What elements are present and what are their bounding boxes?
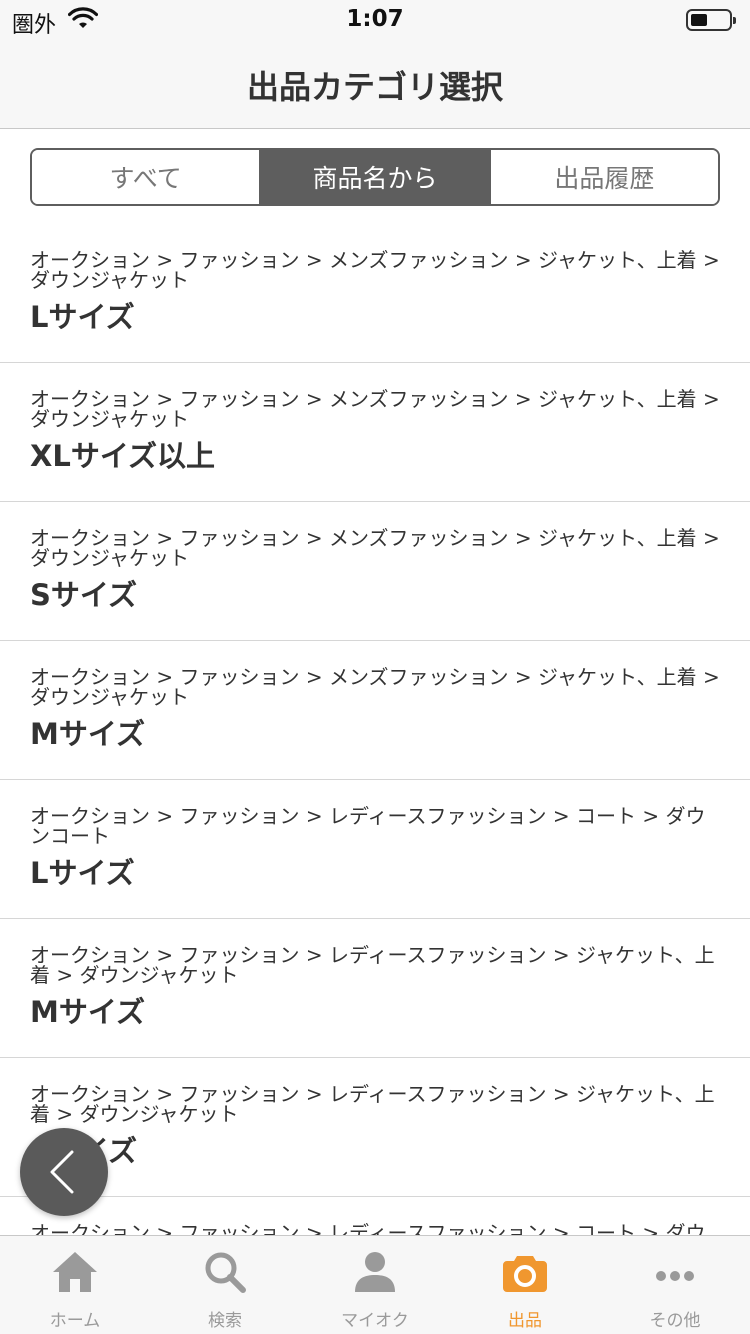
category-path: オークション > ファッション > メンズファッション > ジャケット、上着 >… [30, 528, 720, 570]
clock: 1:07 [346, 6, 404, 32]
list-item[interactable]: オークション > ファッション > レディースファッション > ジャケット、上着… [0, 919, 750, 1058]
category-leaf: Lサイズ [30, 856, 135, 890]
page-title: 出品カテゴリ選択 [246, 68, 503, 106]
tab-label: マイオク [341, 1311, 409, 1331]
battery-icon [686, 9, 736, 31]
tab-sell[interactable]: 出品 [450, 1236, 600, 1334]
tab-label: ホーム [49, 1311, 101, 1331]
tab-label: 検索 [208, 1311, 242, 1331]
tab-search[interactable]: 検索 [150, 1236, 300, 1334]
segmented-control: すべて 商品名から 出品履歴 [30, 148, 720, 206]
camera-icon [503, 1256, 547, 1292]
category-leaf: Mサイズ [30, 995, 145, 1029]
category-path: オークション > ファッション > レディースファッション > コート > ダウ… [30, 806, 706, 848]
category-leaf: Lサイズ [30, 300, 135, 334]
tab-home[interactable]: ホーム [0, 1236, 150, 1334]
tab-my-auction[interactable]: マイオク [300, 1236, 450, 1334]
category-path: オークション > ファッション > メンズファッション > ジャケット、上着 >… [30, 250, 720, 292]
listing-category-screen: 圏外 1:07 出品カテゴリ選択 すべて 商品名から 出品履歴 オークション >… [0, 0, 750, 1334]
more-icon [656, 1271, 694, 1281]
segment-all[interactable]: すべて [32, 150, 260, 204]
category-leaf: Sサイズ [30, 1134, 720, 1168]
navigation-bar: 出品カテゴリ選択 [0, 40, 750, 129]
list-item[interactable]: オークション > ファッション > メンズファッション > ジャケット、上着 >… [0, 641, 750, 780]
list-item[interactable]: オークション > ファッション > メンズファッション > ジャケット、上着 >… [0, 502, 750, 641]
back-button[interactable] [20, 1128, 108, 1216]
chevron-left-icon [50, 1150, 74, 1194]
category-path: オークション > ファッション > レディースファッション > ジャケット、上着… [30, 945, 715, 987]
category-path: オークション > ファッション > メンズファッション > ジャケット、上着 >… [30, 667, 720, 709]
tab-label: 出品 [508, 1311, 542, 1331]
list-item[interactable]: オークション > ファッション > メンズファッション > ジャケット、上着 >… [0, 363, 750, 502]
category-list: オークション > ファッション > メンズファッション > ジャケット、上着 >… [0, 224, 750, 1334]
tab-more[interactable]: その他 [600, 1236, 750, 1334]
category-leaf: Mサイズ [30, 717, 145, 751]
category-path: オークション > ファッション > メンズファッション > ジャケット、上着 >… [30, 389, 720, 431]
segment-listing-history[interactable]: 出品履歴 [488, 150, 718, 204]
list-item[interactable]: オークション > ファッション > レディースファッション > コート > ダウ… [0, 780, 750, 919]
search-icon [205, 1252, 246, 1293]
segment-by-product-name[interactable]: 商品名から [259, 150, 489, 204]
category-leaf: Sサイズ [30, 578, 138, 612]
battery-level [691, 14, 707, 26]
list-item[interactable]: オークション > ファッション > メンズファッション > ジャケット、上着 >… [0, 224, 750, 363]
tab-label: その他 [649, 1311, 701, 1331]
home-icon [53, 1252, 97, 1292]
status-bar: 圏外 1:07 [0, 0, 750, 40]
person-icon [355, 1252, 395, 1292]
tab-bar: ホーム 検索 マイオク 出品 その他 [0, 1235, 750, 1334]
list-item[interactable]: オークション > ファッション > レディースファッション > ジャケット、上着… [0, 1058, 750, 1197]
category-leaf: XLサイズ以上 [30, 439, 215, 473]
category-path: オークション > ファッション > レディースファッション > ジャケット、上着… [30, 1084, 715, 1126]
